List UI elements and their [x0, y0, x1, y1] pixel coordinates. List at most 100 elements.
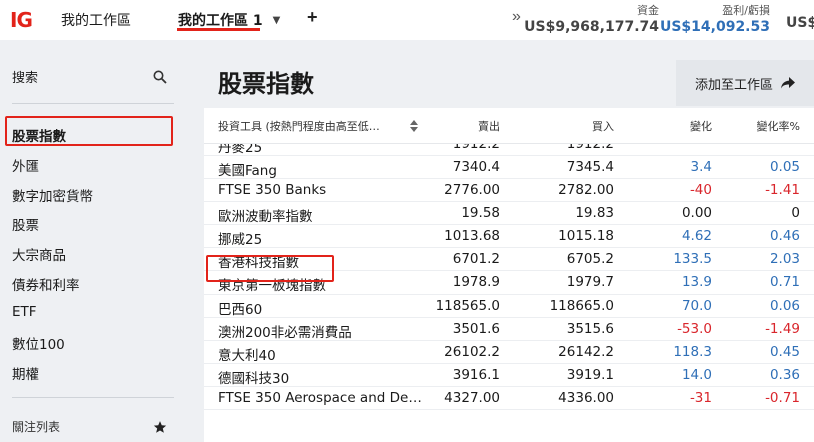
top-bar: IG 我的工作區 我的工作區 1 ▼ + » 資金 US$9,968,177.7…	[0, 0, 814, 40]
buy-price[interactable]: 6705.2	[567, 251, 614, 267]
page-title: 股票指數	[218, 70, 314, 98]
instrument-name: 挪威25	[218, 232, 263, 249]
table-row[interactable]: 巴西60 118565.0 118665.0 70.0 0.06	[204, 295, 814, 318]
sort-icon[interactable]	[410, 120, 418, 132]
change-pct-value: 0.06	[769, 297, 800, 314]
sell-price[interactable]: 3501.6	[453, 321, 500, 337]
tab-my-workspace[interactable]: 我的工作區	[61, 10, 131, 30]
sell-price[interactable]: 4327.00	[444, 390, 500, 406]
add-tab-button[interactable]: +	[307, 7, 318, 28]
instrument-name: 美國Fang	[218, 163, 277, 179]
change-pct-value: 0.05	[769, 159, 800, 175]
change-value: -31	[689, 389, 712, 406]
pnl-label: 盈利/虧損	[722, 4, 770, 17]
next-stat-value: US$	[786, 15, 814, 31]
sidebar-item-crypto[interactable]: 數字加密貨幣	[12, 185, 93, 205]
change-pct-value: -1.41	[765, 182, 800, 199]
buy-price[interactable]: 118665.0	[550, 298, 614, 314]
add-to-workspace-button[interactable]: 添加至工作區	[676, 60, 814, 106]
change-pct-value: 0.36	[769, 366, 800, 383]
sidebar-active-highlight	[5, 116, 173, 146]
sell-price[interactable]: 118565.0	[436, 298, 500, 314]
change-pct-value: 0.46	[769, 228, 800, 245]
search-label: 搜索	[12, 71, 39, 86]
sell-price[interactable]: 1013.68	[444, 228, 500, 244]
change-pct-value: -1.49	[765, 320, 800, 337]
sell-price[interactable]: 3916.1	[453, 367, 500, 383]
instrument-name: 德國科技30	[218, 370, 290, 387]
instrument-name: 歐洲波動率指數	[218, 209, 313, 226]
sidebar-item-etf[interactable]: ETF	[12, 304, 37, 320]
table-row[interactable]: FTSE 350 Banks 2776.00 2782.00 -40 -1.41	[204, 179, 814, 203]
sidebar-item-options[interactable]: 期權	[12, 363, 39, 383]
change-pct-value: 0.71	[769, 274, 800, 291]
change-pct-value: 0.45	[769, 343, 800, 360]
sell-price[interactable]: 2776.00	[444, 182, 500, 198]
divider	[12, 397, 174, 398]
table-row[interactable]: 美國Fang 7340.4 7345.4 3.4 0.05	[204, 156, 814, 180]
chevron-double-right-icon[interactable]: »	[512, 8, 521, 26]
column-header-sell[interactable]: 賣出	[478, 118, 500, 134]
buy-price[interactable]: 1912.2	[567, 144, 614, 152]
buy-price[interactable]: 3919.1	[567, 367, 614, 383]
sidebar: 搜索 股票指數 外匯 數字加密貨幣 股票 大宗商品 債券和利率 ETF 數位10…	[0, 40, 190, 442]
column-header-change[interactable]: 變化	[690, 118, 712, 134]
buy-price[interactable]: 1015.18	[558, 228, 614, 244]
change-pct-value: 2.03	[769, 251, 800, 268]
star-icon[interactable]	[153, 420, 167, 434]
caret-down-icon[interactable]: ▼	[273, 15, 281, 26]
table-row[interactable]: 意大利40 26102.2 26142.2 118.3 0.45	[204, 341, 814, 364]
change-value: 0.00	[681, 205, 712, 222]
search-row[interactable]: 搜索	[12, 67, 167, 86]
change-value: 3.4	[690, 159, 712, 175]
watchlist-label: 關注列表	[12, 420, 61, 434]
sell-price[interactable]: 7340.4	[453, 159, 500, 175]
sell-price[interactable]: 1912.2	[453, 144, 500, 152]
sell-price[interactable]: 6701.2	[453, 251, 500, 267]
table-row[interactable]: 丹麥25 1912.2 1912.2	[204, 144, 814, 156]
sidebar-item-commodities[interactable]: 大宗商品	[12, 244, 66, 264]
search-icon[interactable]	[153, 70, 167, 84]
watchlist-row[interactable]: 關注列表	[12, 418, 167, 435]
funds-label: 資金	[637, 4, 659, 17]
buy-price[interactable]: 4336.00	[558, 390, 614, 406]
table-row[interactable]: 歐洲波動率指數 19.58 19.83 0.00 0	[204, 202, 814, 226]
sidebar-item-shares[interactable]: 股票	[12, 214, 39, 234]
table-row[interactable]: FTSE 350 Aerospace and De… 4327.00 4336.00…	[204, 387, 814, 411]
buy-price[interactable]: 3515.6	[567, 321, 614, 337]
column-header-buy[interactable]: 買入	[592, 118, 614, 134]
instrument-name: 意大利40	[218, 347, 276, 364]
buy-price[interactable]: 26142.2	[558, 344, 614, 360]
instrument-name: 丹麥25	[218, 144, 263, 156]
sidebar-item-bonds-rates[interactable]: 債券和利率	[12, 274, 80, 294]
buy-price[interactable]: 2782.00	[558, 182, 614, 198]
table-row[interactable]: 德國科技30 3916.1 3919.1 14.0 0.36	[204, 364, 814, 387]
funds-value: US$9,968,177.74	[524, 19, 659, 35]
ig-logo[interactable]: IG	[10, 8, 33, 32]
change-value: 4.62	[681, 228, 712, 245]
add-to-workspace-label: 添加至工作區	[694, 77, 773, 93]
change-value: 13.9	[681, 274, 712, 291]
funds-stat: 資金 US$9,968,177.74	[524, 2, 659, 35]
column-header-change-pct[interactable]: 變化率%	[757, 118, 800, 134]
column-header-instrument[interactable]: 投資工具 (按熱門程度由高至低…	[218, 118, 428, 134]
change-pct-value: 0	[791, 205, 800, 222]
sidebar-item-forex[interactable]: 外匯	[12, 155, 39, 175]
table-row[interactable]: 澳洲200非必需消費品 3501.6 3515.6 -53.0 -1.49	[204, 318, 814, 341]
sell-price[interactable]: 19.58	[461, 205, 500, 221]
sell-price[interactable]: 26102.2	[444, 344, 500, 360]
buy-price[interactable]: 7345.4	[567, 159, 614, 175]
buy-price[interactable]: 1979.7	[567, 274, 614, 290]
row-highlight	[206, 255, 334, 282]
table-row[interactable]: 挪威25 1013.68 1015.18 4.62 0.46	[204, 225, 814, 249]
sell-price[interactable]: 1978.9	[453, 274, 500, 290]
change-value: 118.3	[673, 343, 712, 360]
change-value: 14.0	[681, 366, 712, 383]
sidebar-item-digital100[interactable]: 數位100	[12, 333, 65, 353]
instrument-name: FTSE 350 Banks	[218, 182, 327, 199]
tab-my-workspace-1[interactable]: 我的工作區 1 ▼	[178, 10, 280, 30]
share-arrow-icon	[781, 77, 795, 89]
buy-price[interactable]: 19.83	[575, 205, 614, 221]
tab-my-workspace-1-label: 我的工作區 1	[178, 13, 263, 29]
change-value: 133.5	[673, 251, 712, 268]
